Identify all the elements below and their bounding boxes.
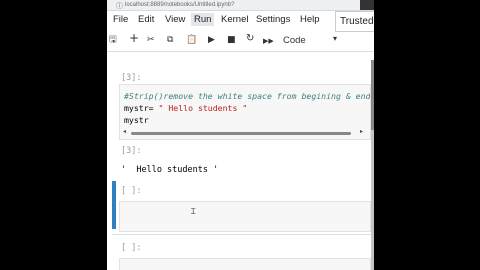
trusted-badge[interactable]: Trusted: [335, 11, 374, 32]
code-line: mystr: [124, 115, 149, 125]
code-cell-editor[interactable]: [119, 201, 371, 232]
code-token: mystr=: [124, 103, 159, 113]
chevron-down-icon[interactable]: ▾: [333, 34, 337, 43]
horizontal-scrollbar[interactable]: ◂ ▸: [123, 128, 363, 136]
cell-prompt: [ ]:: [121, 186, 142, 196]
menu-run[interactable]: Run: [191, 13, 215, 26]
copy-icon[interactable]: ⧉: [167, 34, 173, 46]
vertical-scrollbar[interactable]: [371, 60, 374, 270]
selected-cell-indicator: [112, 181, 116, 229]
menu-kernel[interactable]: Kernel: [221, 14, 248, 25]
string-literal: " Hello students ": [158, 103, 248, 113]
menu-bar: File Edit View Run Kernel Settings Help …: [107, 11, 374, 32]
url-text: localhost:8889/notebooks/Untitled.ipynb?: [125, 2, 235, 8]
output-prompt: [3]:: [121, 146, 142, 156]
menu-edit[interactable]: Edit: [138, 14, 154, 25]
restart-run-all-icon[interactable]: ▶▶: [263, 35, 274, 47]
code-line: #Strip()remove the white space from begi…: [124, 91, 371, 101]
menu-settings[interactable]: Settings: [256, 14, 290, 25]
address-bar[interactable]: ⓘ localhost:8889/notebooks/Untitled.ipyn…: [107, 0, 374, 11]
notebook-toolbar: 🖫 + ✂ ⧉ 📋 ▶ ■ ↻ ▶▶ Code ▾: [107, 31, 374, 52]
paste-icon[interactable]: 📋: [186, 34, 197, 46]
cell-type-select[interactable]: Code: [283, 35, 306, 46]
cell-prompt: [ ]:: [121, 243, 142, 253]
scrollbar-thumb[interactable]: [131, 132, 351, 135]
save-icon[interactable]: 🖫: [109, 34, 117, 46]
add-cell-icon[interactable]: +: [129, 32, 139, 44]
browser-edge: [360, 0, 374, 10]
notebook-window: ⓘ localhost:8889/notebooks/Untitled.ipyn…: [107, 0, 374, 270]
scrollbar-thumb[interactable]: [371, 60, 374, 130]
code-line: mystr= " Hello students ": [124, 103, 247, 113]
menu-view[interactable]: View: [165, 14, 185, 25]
cut-icon[interactable]: ✂: [147, 34, 155, 46]
restart-icon[interactable]: ↻: [246, 33, 254, 45]
cell-prompt: [3]:: [121, 73, 142, 83]
info-icon: ⓘ: [116, 2, 123, 10]
menu-help[interactable]: Help: [300, 14, 320, 25]
stop-icon[interactable]: ■: [227, 34, 236, 46]
text-cursor-icon: Ɪ: [191, 207, 196, 216]
cell-output: ' Hello students ': [121, 165, 219, 175]
scroll-left-icon[interactable]: ◂: [123, 128, 126, 135]
run-icon[interactable]: ▶: [208, 34, 215, 46]
menu-file[interactable]: File: [113, 14, 128, 25]
code-cell-editor[interactable]: [119, 258, 371, 270]
scroll-right-icon[interactable]: ▸: [360, 128, 363, 135]
